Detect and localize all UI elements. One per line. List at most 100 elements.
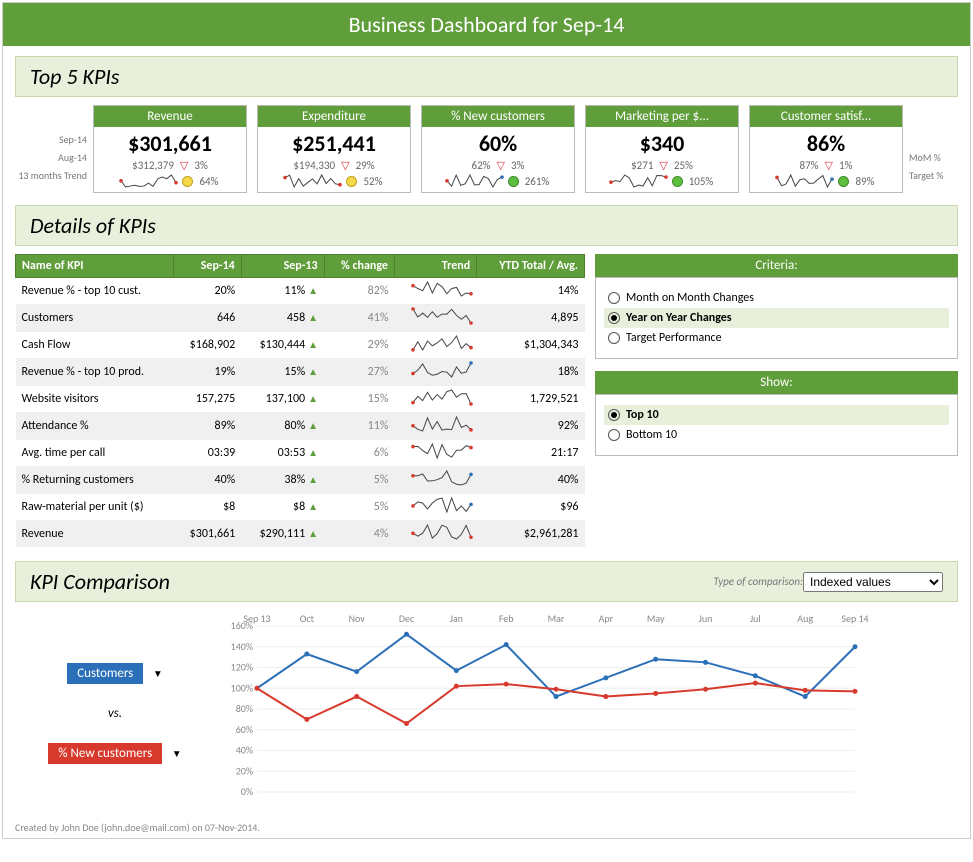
- cell-ytd: 14%: [477, 278, 585, 305]
- cell-chg: 41%: [324, 305, 394, 332]
- typecomp-label: Type of comparison:: [713, 575, 803, 588]
- kpi-mom-pct: 3%: [194, 159, 207, 172]
- down-arrow-icon: ▽: [825, 159, 833, 172]
- up-arrow-icon: ▲: [305, 419, 318, 432]
- table-row: Raw-material per unit ($) $8 $8▲ 5% $96: [16, 494, 585, 521]
- kpi-card: Revenue $301,661 $312,379 ▽ 3% 64%: [93, 105, 247, 193]
- cell-sparkline: [394, 467, 476, 494]
- cell-name: Raw-material per unit ($): [16, 494, 174, 521]
- cell-sparkline: [394, 305, 476, 332]
- cell-curr: 19%: [174, 359, 242, 386]
- status-dot-icon: [508, 176, 519, 187]
- kpi-sparkline: [447, 174, 502, 188]
- kpi-card-value: 60%: [422, 127, 574, 158]
- kpi-sparkline: [611, 174, 666, 188]
- criteria-panel-header: Criteria:: [595, 254, 958, 277]
- kpi-row-labels-right: MoM % Target %: [903, 105, 958, 193]
- up-arrow-icon: ▲: [305, 284, 318, 297]
- kpi-card-title: % New customers: [422, 106, 574, 127]
- typecomp-select[interactable]: Indexed values: [803, 572, 943, 592]
- criteria-option[interactable]: Target Performance: [604, 328, 949, 348]
- cell-name: Revenue % - top 10 cust.: [16, 278, 174, 305]
- table-row: Attendance % 89% 80%▲ 11% 92%: [16, 413, 585, 440]
- radio-icon: [608, 312, 620, 324]
- cell-ytd: $2,961,281: [477, 521, 585, 548]
- table-row: Customers 646 458▲ 41% 4,895: [16, 305, 585, 332]
- cell-prev: 80%▲: [241, 413, 324, 440]
- cell-sparkline: [394, 332, 476, 359]
- kpi-card-value: $340: [586, 127, 738, 158]
- table-header: Sep-14: [174, 255, 242, 278]
- table-row: Cash Flow $168,902 $130,444▲ 29% $1,304,…: [16, 332, 585, 359]
- down-arrow-icon: ▽: [180, 159, 188, 172]
- kpi-mom-pct: 1%: [839, 159, 852, 172]
- kpi-card-value: $251,441: [258, 127, 410, 158]
- cell-ytd: 40%: [477, 467, 585, 494]
- kpi-card-value: $301,661: [94, 127, 246, 158]
- section-details-header: Details of KPIs: [15, 205, 958, 246]
- cell-ytd: 4,895: [477, 305, 585, 332]
- down-arrow-icon: ▽: [341, 159, 349, 172]
- table-row: Website visitors 157,275 137,100▲ 15% 1,…: [16, 386, 585, 413]
- table-row: Revenue % - top 10 prod. 19% 15%▲ 27% 18…: [16, 359, 585, 386]
- status-dot-icon: [838, 176, 849, 187]
- cell-sparkline: [394, 440, 476, 467]
- cell-sparkline: [394, 386, 476, 413]
- table-row: Revenue % - top 10 cust. 20% 11%▲ 82% 14…: [16, 278, 585, 305]
- kpi-card-title: Revenue: [94, 106, 246, 127]
- svg-text:60%: 60%: [236, 723, 253, 736]
- svg-text:100%: 100%: [231, 681, 253, 694]
- comp-series-b-tag[interactable]: % New customers: [48, 743, 162, 764]
- kpi-prev-value: 62%: [472, 159, 491, 172]
- status-dot-icon: [182, 176, 193, 187]
- chevron-down-icon[interactable]: ▼: [166, 747, 182, 760]
- cell-curr: 03:39: [174, 440, 242, 467]
- up-arrow-icon: ▲: [305, 500, 318, 513]
- kpi-card-value: 86%: [750, 127, 902, 158]
- section-top5-header: Top 5 KPIs: [15, 56, 958, 97]
- cell-ytd: 92%: [477, 413, 585, 440]
- show-option[interactable]: Bottom 10: [604, 425, 949, 445]
- svg-text:Jan: Jan: [450, 612, 463, 625]
- status-dot-icon: [672, 176, 683, 187]
- svg-text:80%: 80%: [236, 702, 253, 715]
- cell-curr: 89%: [174, 413, 242, 440]
- cell-name: Revenue % - top 10 prod.: [16, 359, 174, 386]
- cell-prev: $290,111▲: [241, 521, 324, 548]
- cell-sparkline: [394, 521, 476, 548]
- cell-ytd: $1,304,343: [477, 332, 585, 359]
- criteria-option[interactable]: Year on Year Changes: [604, 308, 949, 328]
- svg-text:Sep 14: Sep 14: [841, 612, 868, 625]
- svg-text:120%: 120%: [231, 661, 253, 674]
- cell-name: Revenue: [16, 521, 174, 548]
- cell-chg: 82%: [324, 278, 394, 305]
- radio-icon: [608, 429, 620, 441]
- details-table: Name of KPISep-14Sep-13% changeTrendYTD …: [15, 254, 585, 547]
- kpi-prev-value: $312,379: [132, 159, 174, 172]
- svg-text:Feb: Feb: [499, 612, 514, 625]
- up-arrow-icon: ▲: [305, 392, 318, 405]
- up-arrow-icon: ▲: [305, 311, 318, 324]
- cell-curr: 157,275: [174, 386, 242, 413]
- status-dot-icon: [346, 176, 357, 187]
- show-option[interactable]: Top 10: [604, 405, 949, 425]
- cell-ytd: 21:17: [477, 440, 585, 467]
- comp-series-a-tag[interactable]: Customers: [67, 663, 143, 684]
- cell-ytd: 1,729,521: [477, 386, 585, 413]
- cell-ytd: $96: [477, 494, 585, 521]
- cell-curr: $301,661: [174, 521, 242, 548]
- table-header: Trend: [394, 255, 476, 278]
- radio-icon: [608, 292, 620, 304]
- kpi-card: % New customers 60% 62% ▽ 3% 261%: [421, 105, 575, 193]
- cell-chg: 29%: [324, 332, 394, 359]
- chevron-down-icon[interactable]: ▼: [147, 667, 163, 680]
- up-arrow-icon: ▲: [305, 365, 318, 378]
- table-header: % change: [324, 255, 394, 278]
- option-label: Year on Year Changes: [626, 311, 732, 325]
- cell-prev: 38%▲: [241, 467, 324, 494]
- kpi-card: Marketing per $... $340 $271 ▽ 25% 105%: [585, 105, 739, 193]
- kpi-card-title: Customer satisf...: [750, 106, 902, 127]
- cell-sparkline: [394, 413, 476, 440]
- kpi-card-title: Expenditure: [258, 106, 410, 127]
- criteria-option[interactable]: Month on Month Changes: [604, 288, 949, 308]
